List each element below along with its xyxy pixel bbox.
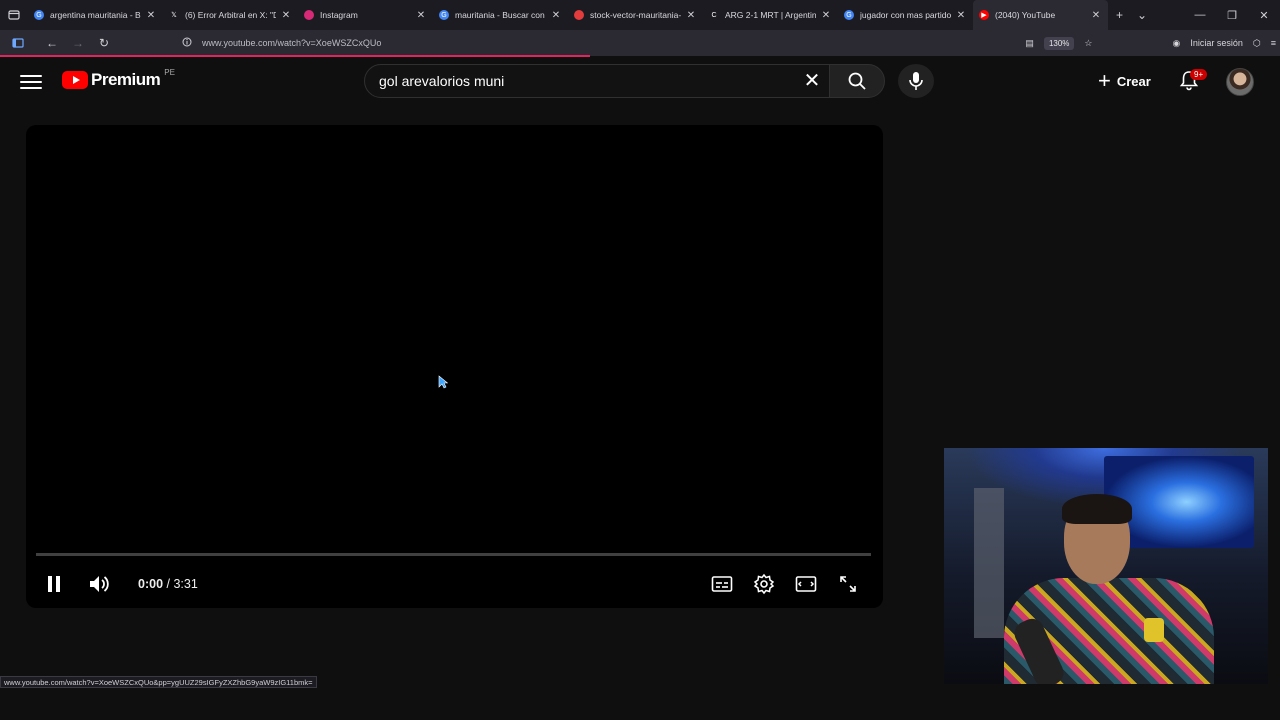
restore-icon[interactable]: ❐ xyxy=(1216,0,1248,30)
pause-icon xyxy=(48,576,60,592)
tab-title: ARG 2-1 MRT | Argentina vs xyxy=(725,10,816,20)
clear-search-icon[interactable]: ✕ xyxy=(801,71,823,93)
avatar[interactable] xyxy=(1226,68,1254,96)
volume-button[interactable] xyxy=(87,572,111,596)
browser-tab[interactable]: Instagram ✕ xyxy=(298,0,433,30)
create-label: Crear xyxy=(1116,73,1151,89)
youtube-icon: ▶ xyxy=(979,10,989,20)
browser-tab[interactable]: ▶ (2040) YouTube ✕ xyxy=(973,0,1108,30)
close-tab-icon[interactable]: ✕ xyxy=(685,10,697,21)
volume-icon xyxy=(90,576,109,592)
url-text: www.youtube.com/watch?v=XoeWSZCxQUo xyxy=(202,38,382,48)
subtitles-icon xyxy=(711,576,733,592)
video-player[interactable]: 0:00 / 3:31 xyxy=(26,125,883,608)
voice-search-button[interactable] xyxy=(898,64,934,98)
forward-icon[interactable]: → xyxy=(66,31,90,55)
address-bar[interactable]: www.youtube.com/watch?v=XoeWSZCxQUo xyxy=(176,32,1076,54)
pause-button[interactable] xyxy=(42,572,66,596)
gear-icon xyxy=(753,573,775,595)
window-controls: — ❐ ✕ xyxy=(1184,0,1280,30)
notification-badge: 9+ xyxy=(1190,69,1208,80)
browser-tab[interactable]: stock-vector-mauritania-ve ✕ xyxy=(568,0,703,30)
youtube-header: Premium PE ✕ + Crear 9+ xyxy=(0,57,1280,105)
close-tab-icon[interactable]: ✕ xyxy=(820,10,832,21)
youtube-logo[interactable]: Premium PE xyxy=(62,67,175,90)
tab-title: mauritania - Buscar con Go xyxy=(455,10,546,20)
country-code: PE xyxy=(164,67,175,77)
google-icon: G xyxy=(34,10,44,20)
time-display: 0:00 / 3:31 xyxy=(138,577,198,591)
logo-text: Premium xyxy=(91,70,161,89)
browser-nav-bar: ← → ↻ www.youtube.com/watch?v=XoeWSZCxQU… xyxy=(0,30,1280,56)
tab-list-icon[interactable] xyxy=(0,0,28,30)
search-box: ✕ xyxy=(364,64,830,98)
browser-tab[interactable]: Gargentina mauritania - Bus ✕ xyxy=(28,0,163,30)
fullscreen-icon xyxy=(840,576,856,592)
loading-icon: C xyxy=(709,10,719,20)
youtube-play-icon xyxy=(62,71,88,89)
sidebar-icon[interactable] xyxy=(6,31,30,55)
search-button[interactable] xyxy=(829,64,885,98)
player-controls: 0:00 / 3:31 xyxy=(26,568,883,600)
browser-tab[interactable]: Gjugador con mas partidos e ✕ xyxy=(838,0,973,30)
browser-tab[interactable]: Gmauritania - Buscar con Go ✕ xyxy=(433,0,568,30)
close-tab-icon[interactable]: ✕ xyxy=(145,10,157,21)
signin-link[interactable]: Iniciar sesión xyxy=(1190,38,1243,48)
close-tab-icon[interactable]: ✕ xyxy=(1090,10,1102,21)
tab-title: jugador con mas partidos e xyxy=(860,10,951,20)
chevron-down-icon[interactable]: ⌄ xyxy=(1137,8,1147,22)
search-input[interactable] xyxy=(379,73,789,89)
subtitles-button[interactable] xyxy=(710,572,734,596)
shutterstock-icon xyxy=(574,10,584,20)
settings-button[interactable] xyxy=(752,572,776,596)
menu-icon[interactable] xyxy=(20,71,42,91)
instagram-icon xyxy=(304,10,314,20)
zoom-level[interactable]: 130% xyxy=(1043,36,1075,50)
x-icon: 𝕏 xyxy=(169,10,179,20)
tab-title: (2040) YouTube xyxy=(995,10,1056,20)
google-icon: G xyxy=(844,10,854,20)
new-tab-icon[interactable]: + xyxy=(1116,8,1123,22)
miniplayer-button[interactable] xyxy=(794,572,818,596)
tab-title: (6) Error Arbitral en X: "Dep xyxy=(185,10,276,20)
browser-tab-bar: Gargentina mauritania - Bus ✕ 𝕏 (6) Error A… xyxy=(0,0,1280,30)
plus-icon: + xyxy=(1098,68,1111,93)
minimize-icon[interactable]: — xyxy=(1184,0,1216,30)
site-info-icon[interactable] xyxy=(182,37,194,49)
close-window-icon[interactable]: ✕ xyxy=(1248,0,1280,30)
theater-mode-icon xyxy=(795,576,817,592)
close-tab-icon[interactable]: ✕ xyxy=(415,10,427,21)
extensions-icon[interactable]: ⬡ xyxy=(1253,38,1261,49)
close-tab-icon[interactable]: ✕ xyxy=(280,10,292,21)
microphone-icon xyxy=(909,72,923,90)
mouse-cursor-icon xyxy=(438,375,449,394)
tab-title: argentina mauritania - Bus xyxy=(50,10,141,20)
browser-tab[interactable]: 𝕏 (6) Error Arbitral en X: "Dep ✕ xyxy=(163,0,298,30)
account-icon[interactable]: ◉ xyxy=(1172,38,1180,49)
back-icon[interactable]: ← xyxy=(40,31,64,55)
fullscreen-button[interactable] xyxy=(836,572,860,596)
tab-title: stock-vector-mauritania-ve xyxy=(590,10,681,20)
duration: 3:31 xyxy=(173,577,198,591)
tab-strip: Gargentina mauritania - Bus ✕ 𝕏 (6) Error A… xyxy=(28,0,1108,30)
reader-view-icon[interactable]: ▤ xyxy=(1025,38,1034,49)
close-tab-icon[interactable]: ✕ xyxy=(550,10,562,21)
progress-bar[interactable] xyxy=(36,553,871,556)
browser-tab[interactable]: C ARG 2-1 MRT | Argentina vs ✕ xyxy=(703,0,838,30)
close-tab-icon[interactable]: ✕ xyxy=(955,10,967,21)
webcam-overlay xyxy=(944,448,1268,684)
search-icon xyxy=(848,72,866,90)
current-time: 0:00 xyxy=(138,577,164,591)
create-button[interactable]: + Crear xyxy=(1090,66,1163,96)
google-icon: G xyxy=(439,10,449,20)
reload-icon[interactable]: ↻ xyxy=(92,31,116,55)
app-menu-icon[interactable]: ≡ xyxy=(1271,38,1276,48)
status-bar-url: www.youtube.com/watch?v=XoeWSZCxQUo&pp=y… xyxy=(0,676,317,688)
bookmark-star-icon[interactable]: ☆ xyxy=(1084,38,1092,49)
tab-title: Instagram xyxy=(320,10,358,20)
